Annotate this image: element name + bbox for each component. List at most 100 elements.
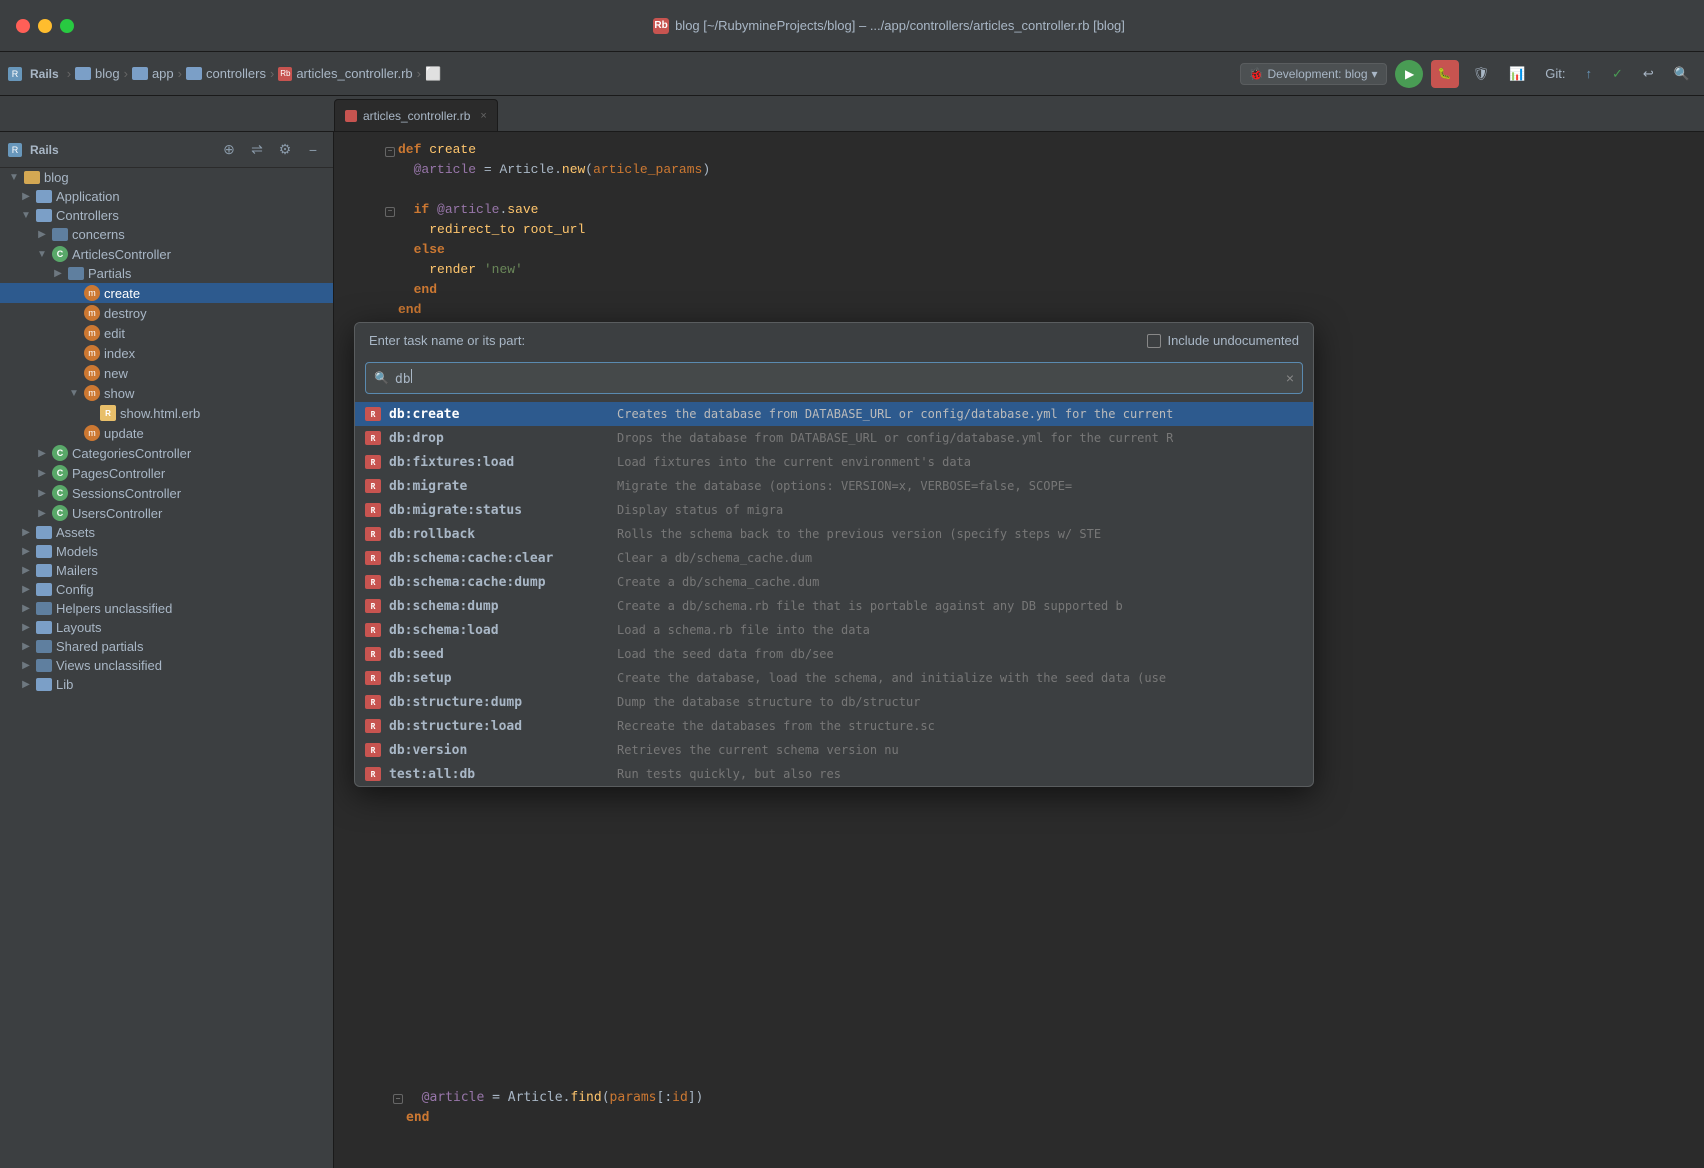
fold-marker-2[interactable]: −: [385, 207, 395, 217]
debug-button[interactable]: 🐛: [1431, 60, 1459, 88]
sidebar-item-new[interactable]: new: [0, 363, 333, 383]
breadcrumb-app[interactable]: app: [152, 66, 174, 81]
shared-partials-label: Shared partials: [56, 639, 143, 654]
sidebar-item-mailers[interactable]: Mailers: [0, 561, 333, 580]
results-list[interactable]: db:createCreates the database from DATAB…: [355, 402, 1313, 786]
file-icon: Rb: [278, 67, 292, 81]
sidebar-item-partials[interactable]: Partials: [0, 264, 333, 283]
create-label: create: [104, 286, 140, 301]
result-item[interactable]: db:versionRetrieves the current schema v…: [355, 738, 1313, 762]
sidebar-item-concerns[interactable]: concerns: [0, 225, 333, 244]
fold-marker-3[interactable]: −: [393, 1094, 403, 1104]
git-undo-button[interactable]: ↩: [1637, 64, 1660, 84]
add-button[interactable]: ⊕: [217, 138, 241, 162]
sidebar-item-layouts[interactable]: Layouts: [0, 618, 333, 637]
breadcrumb-monitor: ⬜: [425, 66, 441, 82]
assets-arrow: [20, 527, 32, 539]
sidebar-item-application[interactable]: Application: [0, 187, 333, 206]
settings-button[interactable]: ⚙: [273, 138, 297, 162]
search-row: 🔍 db ×: [355, 358, 1313, 402]
result-item[interactable]: db:migrate Migrate the database (options:…: [355, 474, 1313, 498]
sidebar-item-controllers[interactable]: Controllers: [0, 206, 333, 225]
sidebar-item-index[interactable]: index: [0, 343, 333, 363]
run-button[interactable]: [1395, 60, 1423, 88]
sidebar-item-show-erb[interactable]: R show.html.erb: [0, 403, 333, 423]
collapse-button[interactable]: −: [301, 138, 325, 162]
tree-root-blog[interactable]: blog: [0, 168, 333, 187]
breadcrumb-blog[interactable]: blog: [95, 66, 120, 81]
index-method-icon: [84, 345, 100, 361]
minimize-button[interactable]: [38, 19, 52, 33]
lib-arrow: [20, 679, 32, 691]
sidebar-item-lib[interactable]: Lib: [0, 675, 333, 694]
sidebar-item-users-controller[interactable]: UsersController: [0, 503, 333, 523]
sidebar-item-update[interactable]: update: [0, 423, 333, 443]
result-name: db:setup: [389, 671, 609, 686]
sidebar-item-pages-controller[interactable]: PagesController: [0, 463, 333, 483]
profiler-button[interactable]: 📊: [1503, 64, 1531, 84]
search-everywhere-button[interactable]: 🔍: [1668, 64, 1696, 84]
result-item[interactable]: db:seedLoad the seed data from db/see: [355, 642, 1313, 666]
index-label: index: [104, 346, 135, 361]
breadcrumb-file[interactable]: articles_controller.rb: [296, 66, 412, 81]
sidebar-item-create[interactable]: create: [0, 283, 333, 303]
include-undocumented-checkbox[interactable]: [1147, 334, 1161, 348]
undo-icon: ↩: [1643, 66, 1654, 82]
coverage-button[interactable]: 🛡: [1467, 64, 1496, 84]
text-cursor: [411, 369, 412, 383]
sidebar-item-views[interactable]: Views unclassified: [0, 656, 333, 675]
sidebar-item-helpers[interactable]: Helpers unclassified: [0, 599, 333, 618]
sidebar-item-categories-controller[interactable]: CategoriesController: [0, 443, 333, 463]
task-dialog[interactable]: Enter task name or its part: Include und…: [354, 322, 1314, 787]
result-item[interactable]: db:rollbackRolls the schema back to the …: [355, 522, 1313, 546]
close-button[interactable]: [16, 19, 30, 33]
result-item[interactable]: db:dropDrops the database from DATABASE_…: [355, 426, 1313, 450]
undocumented-label: Include undocumented: [1167, 333, 1299, 348]
result-item[interactable]: db:schema:dumpCreate a db/schema.rb file…: [355, 594, 1313, 618]
views-arrow: [20, 660, 32, 672]
editor-area[interactable]: − def create @article = Article.new(arti…: [334, 132, 1704, 1168]
sidebar-item-articles-controller[interactable]: ArticlesController: [0, 244, 333, 264]
sidebar-item-config[interactable]: Config: [0, 580, 333, 599]
result-name: db:migrate: [389, 479, 609, 494]
result-item[interactable]: db:schema:cache:dumpCreate a db/schema_c…: [355, 570, 1313, 594]
git-push-button[interactable]: ↑: [1580, 64, 1599, 83]
result-item[interactable]: db:schema:loadLoad a schema.rb file into…: [355, 618, 1313, 642]
breadcrumb-controllers[interactable]: controllers: [206, 66, 266, 81]
result-item[interactable]: db:structure:loadRecreate the databases …: [355, 714, 1313, 738]
git-check-button[interactable]: ✓: [1606, 64, 1629, 84]
fold-marker[interactable]: −: [385, 147, 395, 157]
bug-icon: 🐞: [1249, 67, 1264, 81]
result-rails-icon: [365, 407, 381, 421]
sidebar-item-destroy[interactable]: destroy: [0, 303, 333, 323]
result-item[interactable]: db:setupCreate the database, load the sc…: [355, 666, 1313, 690]
scroll-from-source-button[interactable]: ⇌: [245, 138, 269, 162]
result-rails-icon: [365, 431, 381, 445]
result-description: Retrieves the current schema version nu: [617, 743, 899, 757]
result-item[interactable]: db:schema:cache:clearClear a db/schema_c…: [355, 546, 1313, 570]
sessions-arrow: [36, 487, 48, 499]
result-item[interactable]: db:structure:dumpDump the database struc…: [355, 690, 1313, 714]
search-clear-button[interactable]: ×: [1286, 370, 1294, 386]
maximize-button[interactable]: [60, 19, 74, 33]
layouts-folder-icon: [36, 621, 52, 634]
tab-close-button[interactable]: ×: [480, 110, 486, 122]
sidebar-item-show[interactable]: show: [0, 383, 333, 403]
profiler-icon: 📊: [1509, 66, 1525, 82]
sidebar[interactable]: R Rails ⊕ ⇌ ⚙ − blog Application Control…: [0, 132, 334, 1168]
sidebar-item-assets[interactable]: Assets: [0, 523, 333, 542]
tab-articles-controller[interactable]: articles_controller.rb ×: [334, 99, 498, 131]
run-config-selector[interactable]: 🐞 Development: blog ▾: [1240, 63, 1387, 85]
sidebar-item-models[interactable]: Models: [0, 542, 333, 561]
show-erb-icon: R: [100, 405, 116, 421]
result-item[interactable]: db:createCreates the database from DATAB…: [355, 402, 1313, 426]
search-input[interactable]: db: [395, 369, 1280, 387]
sidebar-item-edit[interactable]: edit: [0, 323, 333, 343]
result-description: Migrate the database (options: VERSION=x…: [617, 479, 1072, 493]
result-item[interactable]: test:all:dbRun tests quickly, but also r…: [355, 762, 1313, 786]
result-item[interactable]: db:fixtures:loadLoad fixtures into the c…: [355, 450, 1313, 474]
sidebar-item-shared-partials[interactable]: Shared partials: [0, 637, 333, 656]
search-box[interactable]: 🔍 db ×: [365, 362, 1303, 394]
sidebar-item-sessions-controller[interactable]: SessionsController: [0, 483, 333, 503]
result-item[interactable]: db:migrate:statusDisplay status of migra: [355, 498, 1313, 522]
